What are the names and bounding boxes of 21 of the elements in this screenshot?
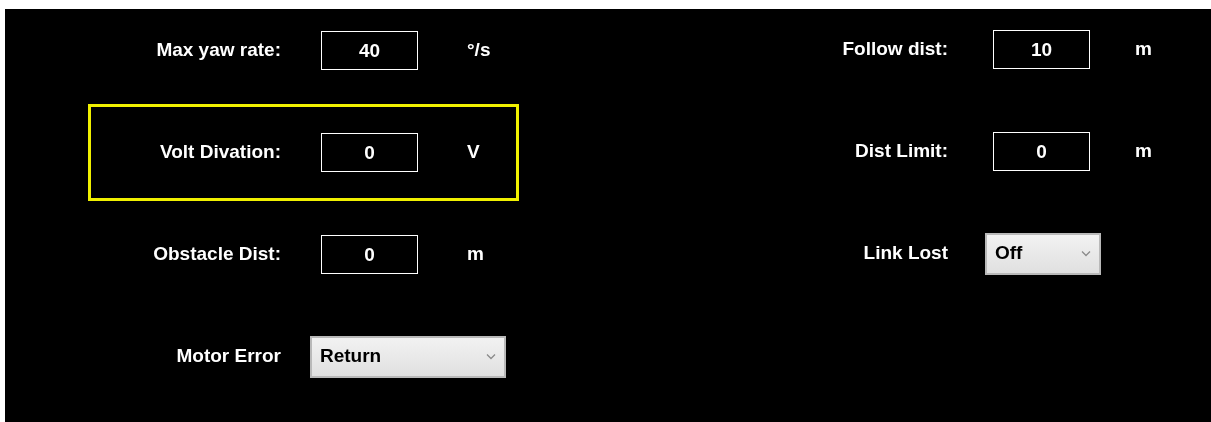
unit-label: m <box>1135 139 1152 164</box>
number-field[interactable]: 0 <box>321 235 418 274</box>
dropdown[interactable]: Return <box>310 335 506 378</box>
dropdown[interactable]: Off <box>985 232 1101 275</box>
number-field[interactable]: 0 <box>993 132 1090 171</box>
setting-label: Motor Error <box>175 344 281 369</box>
unit-label: m <box>467 242 484 267</box>
setting-label: Follow dist: <box>841 37 948 62</box>
setting-label: Volt Divation: <box>158 140 281 165</box>
unit-label: °/s <box>467 38 491 63</box>
chevron-down-icon <box>486 353 496 360</box>
setting-label: Dist Limit: <box>854 139 948 164</box>
number-field[interactable]: 0 <box>321 133 418 172</box>
setting-label: Obstacle Dist: <box>152 242 281 267</box>
chevron-down-icon <box>1081 250 1091 257</box>
number-field[interactable]: 40 <box>321 31 418 70</box>
unit-label: m <box>1135 37 1152 62</box>
unit-label: V <box>467 140 480 165</box>
setting-label: Link Lost <box>862 241 948 266</box>
number-field[interactable]: 10 <box>993 30 1090 69</box>
setting-label: Max yaw rate: <box>155 38 281 63</box>
